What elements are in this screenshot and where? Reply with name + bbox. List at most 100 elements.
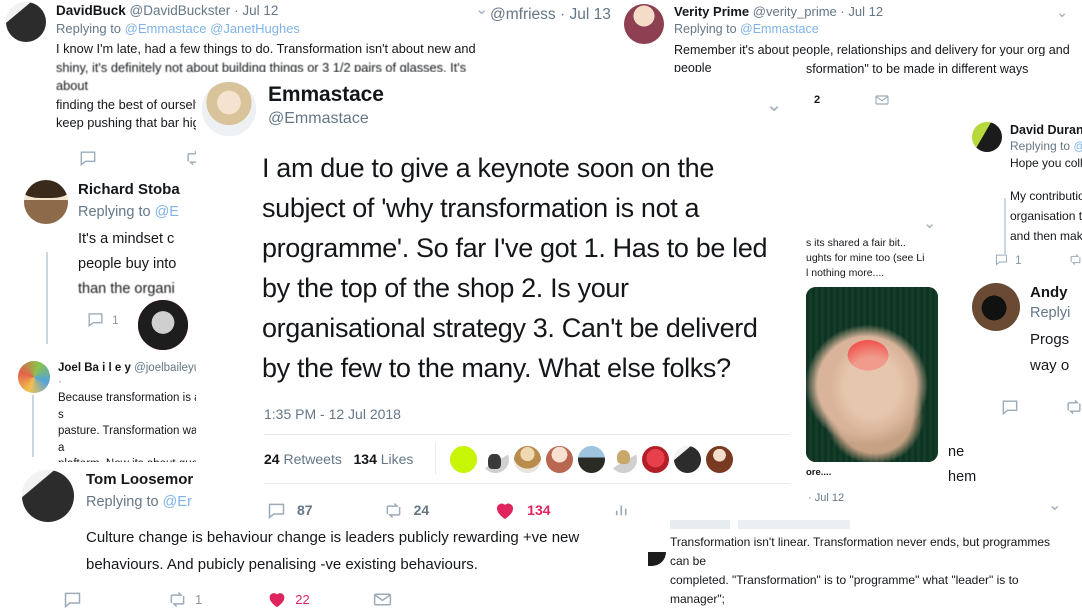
- like-label[interactable]: Likes: [381, 451, 414, 467]
- display-name[interactable]: Joel Ba i l e y: [58, 362, 131, 374]
- tweet-bottom-right[interactable]: Transformation isn't linear. Transformat…: [648, 516, 1082, 612]
- liker-avatar[interactable]: [450, 445, 478, 473]
- tweet-date[interactable]: Jul 12: [848, 4, 883, 19]
- liker-avatar[interactable]: [642, 445, 670, 473]
- tweet-fragment-nehem: ne hem: [948, 440, 1018, 500]
- like-count[interactable]: 134: [354, 451, 377, 467]
- avatar[interactable]: [202, 82, 256, 136]
- mention-link[interactable]: @Emmastace: [125, 21, 207, 36]
- handle[interactable]: @DavidBuckster: [130, 3, 231, 18]
- collage-stage: ⌄ DavidBuck @DavidBuckster · Jul 12 Repl…: [0, 0, 1082, 612]
- fragment-line: ne: [948, 444, 965, 460]
- tweet-main-emmastace[interactable]: ⌄ Emmastace @Emmastace I am due to give …: [196, 72, 804, 520]
- display-name[interactable]: David Durant: [1010, 122, 1082, 138]
- liker-avatar[interactable]: [610, 445, 638, 473]
- tweet-column-right[interactable]: David Durant Replying to @E Hope you col…: [966, 116, 1082, 416]
- retweet-button[interactable]: [1064, 397, 1082, 416]
- tweet-red-pill[interactable]: ⌄ s its shared a fair bit.. ughts for mi…: [804, 218, 964, 518]
- replying-to-label: Replying to: [674, 22, 737, 36]
- engagement-stats: 24 Retweets 134 Likes: [196, 435, 413, 483]
- liker-avatar[interactable]: [674, 445, 702, 473]
- liker-avatar[interactable]: [482, 445, 510, 473]
- chevron-down-icon[interactable]: ⌄: [923, 218, 936, 232]
- avatar[interactable]: [22, 470, 74, 522]
- tweet-text-line: completed. "Transformation" is to "progr…: [670, 573, 1019, 606]
- reply-button[interactable]: 87: [266, 500, 313, 521]
- tweet-text-line: behaviours. And pubicly penalising -ve e…: [86, 556, 478, 573]
- replying-to-label: Replyi: [1030, 305, 1071, 321]
- liker-avatar[interactable]: [578, 445, 606, 473]
- tweet-date[interactable]: Jul 12: [242, 3, 278, 18]
- analytics-button[interactable]: [613, 501, 631, 519]
- replying-to-placeholder: [670, 520, 850, 529]
- replying-to-label: Replying to: [78, 204, 151, 220]
- liker-avatar[interactable]: [514, 445, 542, 473]
- display-name[interactable]: Andy: [1030, 283, 1070, 303]
- reply-button[interactable]: [78, 148, 98, 168]
- avatar[interactable]: [624, 4, 664, 44]
- mention-link[interactable]: @Er: [163, 494, 192, 510]
- reply-count: 1: [112, 312, 119, 327]
- liker-avatar[interactable]: [706, 445, 734, 473]
- share-button[interactable]: [874, 92, 890, 108]
- retweet-button[interactable]: 1: [167, 589, 202, 610]
- reply-button[interactable]: 1: [994, 252, 1022, 267]
- tweet-fragment-sformation[interactable]: sformation" to be made in different ways…: [806, 56, 1082, 122]
- like-button[interactable]: 22: [266, 588, 310, 610]
- tweet-timestamp[interactable]: 1:35 PM - 12 Jul 2018: [196, 388, 804, 422]
- replying-to-label: Replying to: [56, 21, 122, 36]
- show-more-label[interactable]: ore....: [804, 462, 964, 478]
- retweet-count[interactable]: 24: [264, 451, 280, 467]
- reply-button[interactable]: [1000, 397, 1020, 416]
- replying-to-label: Replying to: [86, 494, 159, 510]
- tweet-text-line: Transformation isn't linear. Transformat…: [670, 535, 1051, 568]
- retweet-label[interactable]: Retweets: [283, 451, 341, 467]
- share-button[interactable]: [372, 589, 393, 610]
- display-name[interactable]: DavidBuck: [56, 3, 126, 18]
- tweet-text-line: My contributio: [1010, 189, 1082, 203]
- tweet-date[interactable]: · Jul 12: [804, 478, 964, 504]
- handle[interactable]: @mfriess: [490, 6, 556, 23]
- handle[interactable]: @joelbaileyuk: [134, 362, 200, 374]
- tweet-text-line: Because transformation is a s: [58, 392, 200, 421]
- retweet-button[interactable]: 24: [383, 500, 430, 521]
- mention-link[interactable]: @E: [1073, 139, 1082, 153]
- like-button[interactable]: 134: [493, 498, 551, 520]
- tweet-photo-red-pill[interactable]: [806, 287, 938, 462]
- mention-link[interactable]: @Emmastace: [740, 22, 819, 36]
- display-name[interactable]: Emmastace: [268, 82, 384, 108]
- avatar[interactable]: [6, 2, 46, 42]
- display-name[interactable]: Verity Prime: [674, 4, 749, 19]
- avatar[interactable]: [18, 361, 50, 393]
- retweet-count: 1: [195, 591, 203, 607]
- display-name[interactable]: Tom Loosemor: [86, 470, 193, 490]
- chevron-down-icon[interactable]: ⌄: [475, 0, 488, 18]
- tweet-text: I am due to give a keynote soon on the s…: [262, 153, 768, 383]
- tweet-text-line: sformation" to be made in different ways: [806, 62, 1029, 76]
- thread-connector: [32, 395, 34, 457]
- tweet-joel-bailey[interactable]: Joel Ba i l e y @joelbaileyuk · Because …: [0, 355, 200, 465]
- tweet-mfriess-header[interactable]: @mfriess · Jul 13: [488, 0, 628, 40]
- reply-button[interactable]: 1: [86, 310, 119, 329]
- reply-button[interactable]: [62, 589, 83, 610]
- tweet-text-line: and then makin: [1010, 229, 1082, 243]
- chevron-down-icon[interactable]: ⌄: [1056, 4, 1068, 21]
- mention-link[interactable]: @JanetHughes: [210, 21, 300, 36]
- handle[interactable]: @verity_prime: [753, 4, 837, 19]
- handle[interactable]: @Emmastace: [268, 108, 384, 129]
- mention-link[interactable]: @E: [155, 204, 179, 220]
- avatar[interactable]: [972, 122, 1002, 152]
- tweet-text-line: s its shared a fair bit..: [806, 237, 906, 249]
- reply-count: 87: [297, 502, 313, 518]
- chevron-down-icon[interactable]: ⌄: [766, 94, 782, 117]
- avatar[interactable]: [972, 283, 1020, 331]
- avatar[interactable]: [24, 180, 68, 224]
- tweet-date[interactable]: Jul 13: [569, 6, 610, 23]
- tweet-text-line: pasture. Transformation was a: [58, 425, 200, 454]
- reply-count: 1: [1015, 252, 1022, 267]
- like-count: 134: [527, 502, 551, 518]
- liker-avatar-row[interactable]: [436, 445, 738, 473]
- retweet-count: 24: [413, 502, 430, 518]
- retweet-button[interactable]: [1068, 252, 1082, 267]
- liker-avatar[interactable]: [546, 445, 574, 473]
